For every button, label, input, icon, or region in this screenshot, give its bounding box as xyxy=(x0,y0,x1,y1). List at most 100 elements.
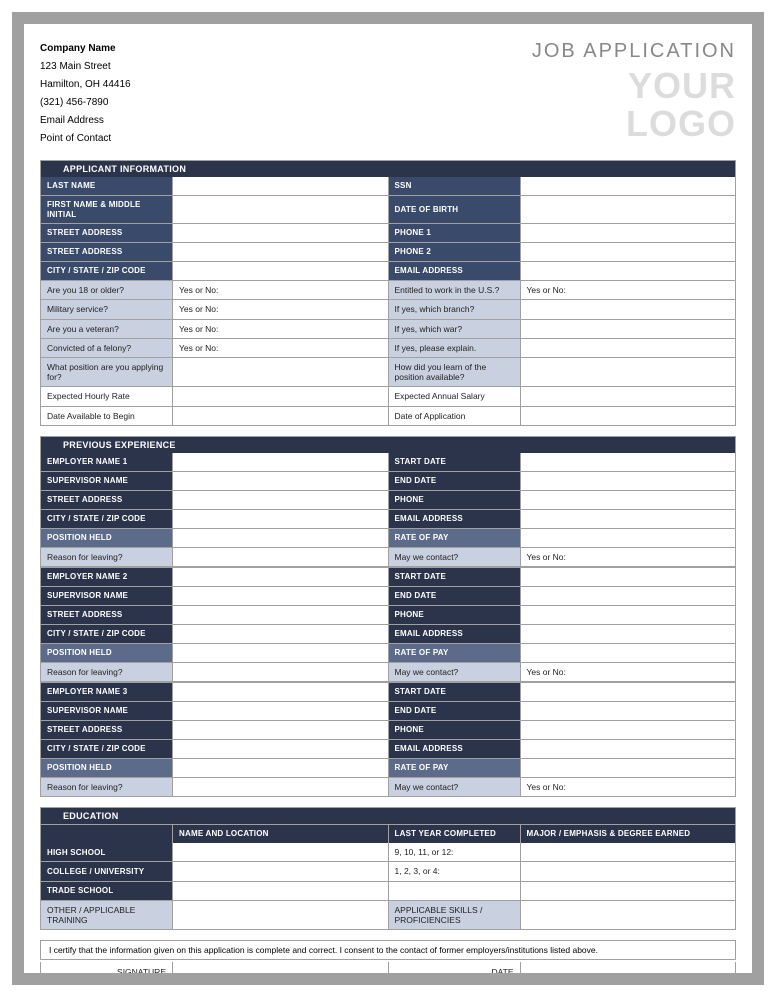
field-input[interactable] xyxy=(173,387,389,405)
field-input[interactable] xyxy=(173,702,389,720)
field-input[interactable] xyxy=(173,606,389,624)
field-input[interactable]: Yes or No: xyxy=(173,300,389,318)
field-label: START DATE xyxy=(389,683,521,701)
field-input[interactable] xyxy=(521,510,736,528)
edu-major-input[interactable] xyxy=(521,862,736,880)
edu-row: COLLEGE / UNIVERSITY1, 2, 3, or 4: xyxy=(41,861,735,880)
field-input[interactable] xyxy=(173,262,389,280)
edu-col-blank xyxy=(41,825,173,843)
signature-row: SIGNATURE DATE xyxy=(40,962,736,983)
field-label: END DATE xyxy=(389,702,521,720)
field-input[interactable] xyxy=(173,644,389,662)
field-input[interactable] xyxy=(173,663,389,681)
field-input[interactable] xyxy=(173,778,389,796)
title-area: JOB APPLICATION YOUR LOGO xyxy=(532,40,736,143)
field-input[interactable] xyxy=(521,644,736,662)
address-line-2: Hamilton, OH 44416 xyxy=(40,76,131,94)
field-input[interactable] xyxy=(521,177,736,195)
field-input[interactable] xyxy=(521,472,736,490)
edu-major-input[interactable] xyxy=(521,901,736,929)
field-input[interactable] xyxy=(521,721,736,739)
field-input[interactable] xyxy=(521,358,736,386)
field-input[interactable] xyxy=(173,529,389,547)
field-input[interactable] xyxy=(173,683,389,701)
field-label: Reason for leaving? xyxy=(41,778,173,796)
field-input[interactable]: Yes or No: xyxy=(173,320,389,338)
section-header: EDUCATION xyxy=(41,808,735,824)
field-input[interactable] xyxy=(173,453,389,471)
field-input[interactable] xyxy=(521,491,736,509)
field-input[interactable] xyxy=(521,587,736,605)
field-input[interactable] xyxy=(521,625,736,643)
edu-level: HIGH SCHOOL xyxy=(41,843,173,861)
company-info: Company Name 123 Main Street Hamilton, O… xyxy=(40,40,131,148)
address-line-1: 123 Main Street xyxy=(40,58,131,76)
field-input[interactable] xyxy=(173,196,389,223)
field-input[interactable] xyxy=(521,606,736,624)
form-row: SUPERVISOR NAMEEND DATE xyxy=(41,586,735,605)
field-label: END DATE xyxy=(389,472,521,490)
form-row: Date Available to BeginDate of Applicati… xyxy=(41,406,735,425)
field-input[interactable] xyxy=(521,453,736,471)
field-input[interactable] xyxy=(173,407,389,425)
edu-name-input[interactable] xyxy=(173,882,389,900)
field-label: POSITION HELD xyxy=(41,529,173,547)
edu-year[interactable]: 9, 10, 11, or 12: xyxy=(389,843,521,861)
field-input[interactable] xyxy=(173,625,389,643)
edu-name-input[interactable] xyxy=(173,862,389,880)
field-input[interactable] xyxy=(521,702,736,720)
form-row: CITY / STATE / ZIP CODEEMAIL ADDRESS xyxy=(41,739,735,758)
form-row: STREET ADDRESSPHONE xyxy=(41,605,735,624)
field-input[interactable] xyxy=(173,510,389,528)
field-input[interactable] xyxy=(173,721,389,739)
form-row: What position are you applying for?How d… xyxy=(41,357,735,386)
field-input[interactable]: Yes or No: xyxy=(173,281,389,299)
field-input[interactable] xyxy=(173,759,389,777)
field-input[interactable] xyxy=(521,568,736,586)
edu-name-input[interactable] xyxy=(173,901,389,929)
company-email: Email Address xyxy=(40,112,131,130)
field-input[interactable] xyxy=(521,529,736,547)
field-input[interactable] xyxy=(521,407,736,425)
field-input[interactable]: Yes or No: xyxy=(521,548,736,566)
field-input[interactable] xyxy=(173,243,389,261)
edu-year[interactable]: 1, 2, 3, or 4: xyxy=(389,862,521,880)
field-input[interactable] xyxy=(521,320,736,338)
field-input[interactable] xyxy=(521,300,736,318)
field-input[interactable] xyxy=(173,587,389,605)
page: Company Name 123 Main Street Hamilton, O… xyxy=(12,12,764,985)
field-input[interactable] xyxy=(521,683,736,701)
field-input[interactable]: Yes or No: xyxy=(521,663,736,681)
field-input[interactable] xyxy=(521,387,736,405)
field-input[interactable] xyxy=(521,243,736,261)
field-input[interactable] xyxy=(173,224,389,242)
field-input[interactable] xyxy=(521,339,736,357)
field-label: POSITION HELD xyxy=(41,759,173,777)
field-input[interactable] xyxy=(521,759,736,777)
edu-major-input[interactable] xyxy=(521,843,736,861)
field-input[interactable] xyxy=(173,568,389,586)
field-input[interactable] xyxy=(173,740,389,758)
field-input[interactable] xyxy=(521,740,736,758)
form-row: Reason for leaving?May we contact?Yes or… xyxy=(41,662,735,681)
field-label: Are you 18 or older? xyxy=(41,281,173,299)
field-input[interactable] xyxy=(173,548,389,566)
field-label: RATE OF PAY xyxy=(389,644,521,662)
edu-year[interactable] xyxy=(389,882,521,900)
field-input[interactable]: Yes or No: xyxy=(173,339,389,357)
edu-major-input[interactable] xyxy=(521,882,736,900)
field-input[interactable] xyxy=(173,358,389,386)
field-input[interactable] xyxy=(173,491,389,509)
field-input[interactable] xyxy=(173,177,389,195)
signature-field[interactable] xyxy=(173,962,389,982)
field-input[interactable] xyxy=(173,472,389,490)
field-input[interactable]: Yes or No: xyxy=(521,281,736,299)
form-row: STREET ADDRESSPHONE xyxy=(41,720,735,739)
field-input[interactable]: Yes or No: xyxy=(521,778,736,796)
field-input[interactable] xyxy=(521,262,736,280)
field-input[interactable] xyxy=(521,224,736,242)
edu-name-input[interactable] xyxy=(173,843,389,861)
form-row: EMPLOYER NAME 1START DATE xyxy=(41,453,735,471)
field-input[interactable] xyxy=(521,196,736,223)
date-field[interactable] xyxy=(521,962,736,982)
